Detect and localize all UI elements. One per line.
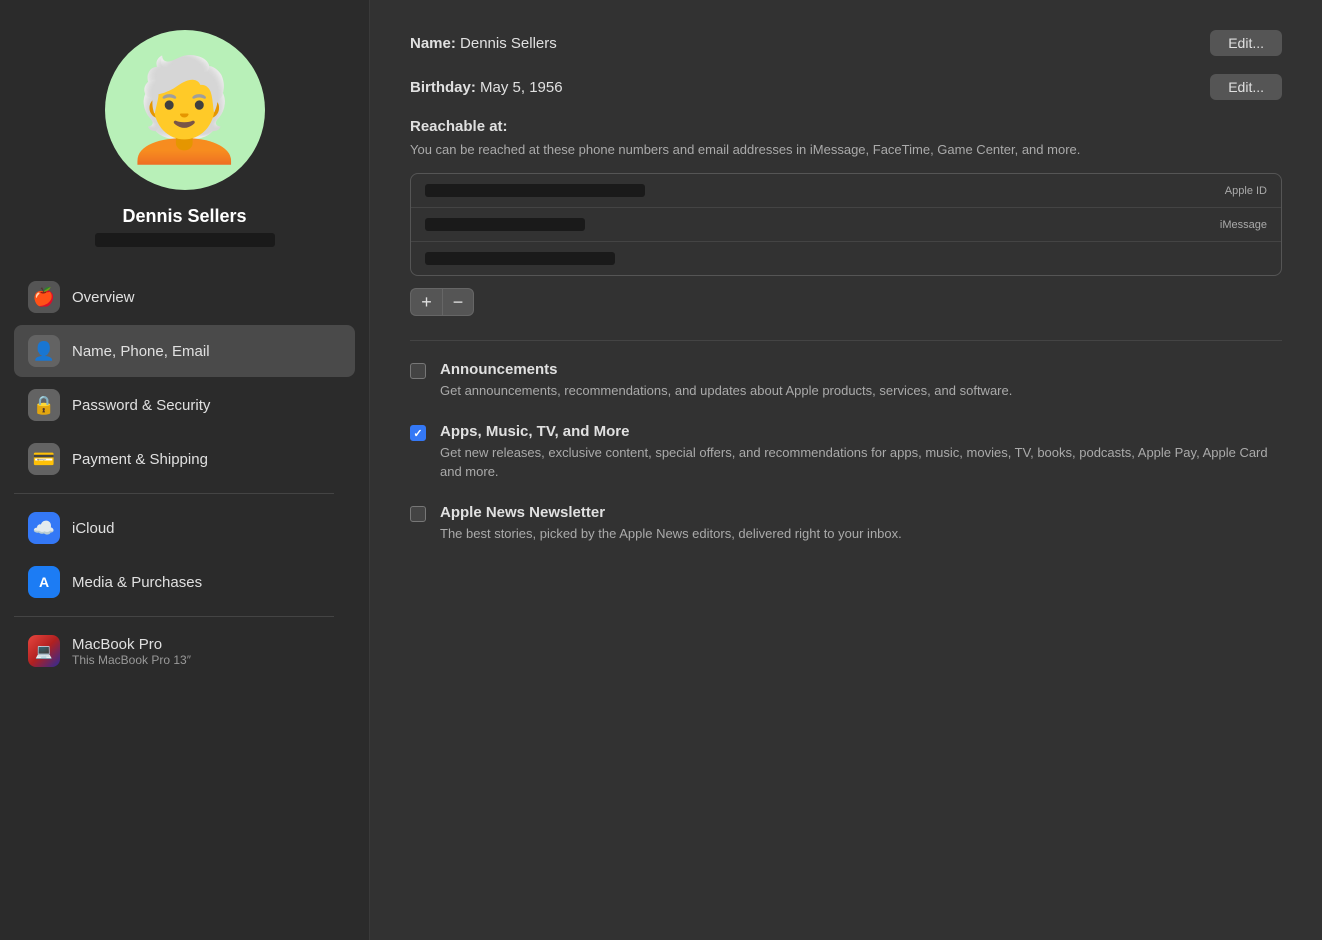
sidebar-divider-2 — [14, 616, 334, 617]
sidebar-item-media-purchases-label: Media & Purchases — [72, 574, 202, 591]
redacted-email-2 — [425, 252, 615, 265]
announcements-row: Announcements Get announcements, recomme… — [410, 361, 1282, 401]
redacted-email-1 — [425, 184, 645, 197]
birthday-edit-button[interactable]: Edit... — [1210, 74, 1282, 100]
apps-music-tv-desc: Get new releases, exclusive content, spe… — [440, 444, 1282, 482]
sidebar-item-password-security-label: Password & Security — [72, 397, 210, 414]
name-edit-button[interactable]: Edit... — [1210, 30, 1282, 56]
birthday-row: Birthday: May 5, 1956 Edit... — [410, 74, 1282, 100]
announcements-checkbox-area[interactable] — [410, 363, 426, 401]
sidebar-nav: 🍎 Overview 👤 Name, Phone, Email 🔒 Passwo… — [0, 271, 369, 677]
sidebar-item-macbook-label: MacBook Pro — [72, 636, 191, 653]
reachable-row-3[interactable] — [411, 242, 1281, 275]
main-content: Name: Dennis Sellers Edit... Birthday: M… — [370, 0, 1322, 940]
appstore-icon: A — [28, 566, 60, 598]
sidebar-item-icloud-label: iCloud — [72, 520, 115, 537]
sidebar-item-name-phone-email-label: Name, Phone, Email — [72, 343, 210, 360]
avatar-emoji: 🧑‍🦳 — [122, 60, 247, 160]
sidebar-item-icloud[interactable]: ☁️ iCloud — [14, 502, 355, 554]
sidebar-item-macbook-sublabel: This MacBook Pro 13″ — [72, 653, 191, 667]
apple-news-content: Apple News Newsletter The best stories, … — [440, 504, 902, 544]
card-icon: 💳 — [28, 443, 60, 475]
sidebar-item-password-security[interactable]: 🔒 Password & Security — [14, 379, 355, 431]
sidebar-item-macbook-pro[interactable]: 💻 MacBook Pro This MacBook Pro 13″ — [14, 625, 355, 677]
reachable-row-1[interactable]: Apple ID — [411, 174, 1281, 208]
remove-button[interactable]: − — [442, 288, 474, 316]
sidebar-item-overview[interactable]: 🍎 Overview — [14, 271, 355, 323]
sidebar-item-overview-label: Overview — [72, 289, 135, 306]
announcements-checkbox[interactable] — [410, 363, 426, 379]
apps-music-tv-row: Apps, Music, TV, and More Get new releas… — [410, 423, 1282, 482]
macbook-icon: 💻 — [28, 635, 60, 667]
name-row: Name: Dennis Sellers Edit... — [410, 30, 1282, 56]
sidebar: 🧑‍🦳 Dennis Sellers 🍎 Overview 👤 Name, Ph… — [0, 0, 370, 940]
announcements-desc: Get announcements, recommendations, and … — [440, 382, 1012, 401]
sidebar-item-payment-shipping[interactable]: 💳 Payment & Shipping — [14, 433, 355, 485]
apple-news-checkbox-area[interactable] — [410, 506, 426, 544]
sidebar-item-payment-shipping-label: Payment & Shipping — [72, 451, 208, 468]
sidebar-item-media-purchases[interactable]: A Media & Purchases — [14, 556, 355, 608]
avatar: 🧑‍🦳 — [105, 30, 265, 190]
person-icon: 👤 — [28, 335, 60, 367]
sidebar-item-macbook-text: MacBook Pro This MacBook Pro 13″ — [72, 636, 191, 667]
apps-music-tv-content: Apps, Music, TV, and More Get new releas… — [440, 423, 1282, 482]
icloud-icon: ☁️ — [28, 512, 60, 544]
apps-music-tv-checkbox-area[interactable] — [410, 425, 426, 482]
reachable-row-2[interactable]: iMessage — [411, 208, 1281, 242]
add-remove-buttons: + − — [410, 288, 1282, 316]
birthday-field-label: Birthday: May 5, 1956 — [410, 79, 563, 96]
apple-news-desc: The best stories, picked by the Apple Ne… — [440, 525, 902, 544]
apple-icon: 🍎 — [28, 281, 60, 313]
reachable-subtitle: You can be reached at these phone number… — [410, 141, 1282, 159]
reachable-title: Reachable at: — [410, 118, 1282, 135]
apps-music-tv-title: Apps, Music, TV, and More — [440, 423, 1282, 440]
horizontal-divider — [410, 340, 1282, 341]
sidebar-item-name-phone-email[interactable]: 👤 Name, Phone, Email — [14, 325, 355, 377]
sidebar-email-redacted — [95, 233, 275, 247]
apple-news-checkbox[interactable] — [410, 506, 426, 522]
apple-news-row: Apple News Newsletter The best stories, … — [410, 504, 1282, 544]
badge-imessage: iMessage — [1220, 219, 1267, 231]
apple-news-title: Apple News Newsletter — [440, 504, 902, 521]
sidebar-divider-1 — [14, 493, 334, 494]
badge-apple-id: Apple ID — [1225, 185, 1267, 197]
apps-music-tv-checkbox[interactable] — [410, 425, 426, 441]
reachable-box: Apple ID iMessage — [410, 173, 1282, 276]
name-field-label: Name: Dennis Sellers — [410, 35, 557, 52]
announcements-content: Announcements Get announcements, recomme… — [440, 361, 1012, 401]
announcements-title: Announcements — [440, 361, 1012, 378]
redacted-phone — [425, 218, 585, 231]
lock-icon: 🔒 — [28, 389, 60, 421]
sidebar-user-name: Dennis Sellers — [122, 206, 246, 227]
add-button[interactable]: + — [410, 288, 442, 316]
checkbox-section: Announcements Get announcements, recomme… — [410, 361, 1282, 543]
